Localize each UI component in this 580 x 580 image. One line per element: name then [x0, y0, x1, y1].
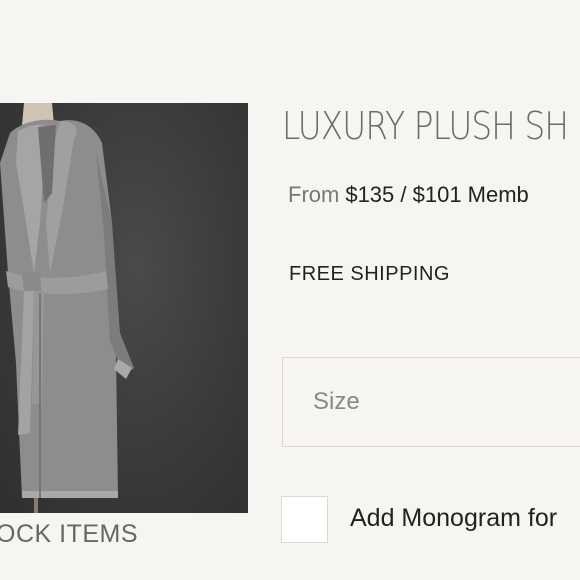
robe-illustration: [0, 103, 134, 513]
price-prefix: From: [288, 182, 340, 207]
product-image[interactable]: [0, 103, 248, 513]
monogram-label[interactable]: Add Monogram for: [350, 504, 557, 533]
product-title: LUXURY PLUSH SH: [282, 104, 569, 148]
size-select[interactable]: Size: [282, 357, 580, 447]
free-shipping-text: FREE SHIPPING: [289, 263, 450, 285]
price-values: $135 / $101 Memb: [345, 182, 529, 207]
image-caption: OCK ITEMS: [0, 520, 139, 548]
product-page: OCK ITEMS LUXURY PLUSH SH From $135 / $10…: [0, 0, 580, 580]
monogram-checkbox[interactable]: [281, 496, 328, 543]
price-line: From $135 / $101 Memb: [288, 182, 529, 208]
size-select-label: Size: [313, 388, 360, 415]
